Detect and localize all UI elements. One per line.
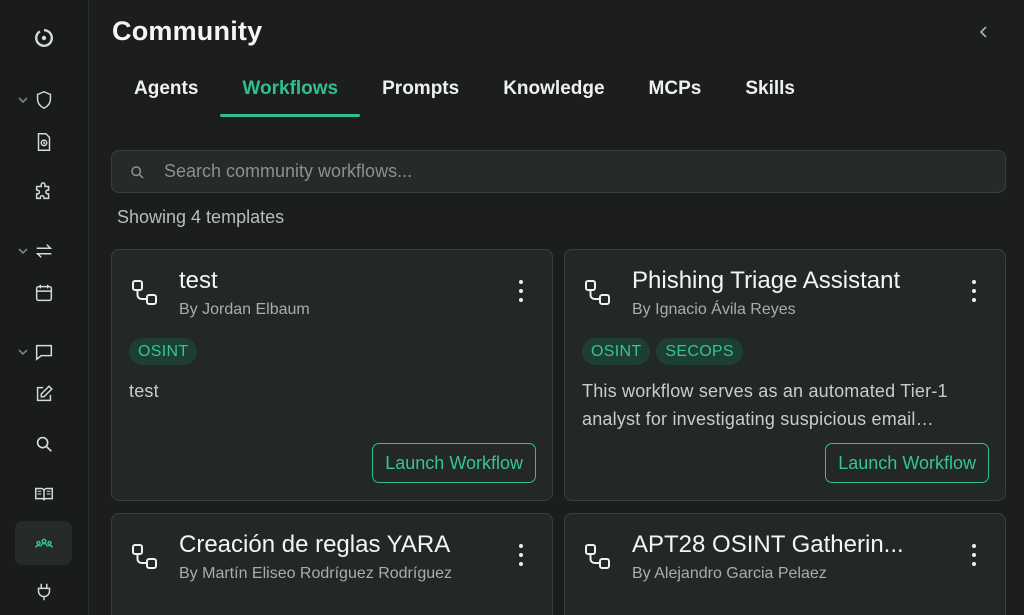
tag-list: OSINT SECOPS: [582, 338, 743, 365]
calendar-icon[interactable]: [30, 279, 58, 307]
shield-icon[interactable]: [30, 86, 58, 114]
app-window: Community Agents Workflows Prompts Knowl…: [0, 0, 1024, 615]
more-options-icon[interactable]: [516, 278, 526, 304]
workflow-icon: [585, 544, 610, 569]
tag-badge: OSINT: [129, 338, 198, 365]
more-options-icon[interactable]: [516, 542, 526, 568]
workflow-card[interactable]: Creación de reglas YARA By Martín Eliseo…: [111, 513, 553, 615]
card-author: By Ignacio Ávila Reyes: [632, 301, 796, 318]
search-bar: [111, 150, 1006, 193]
workflow-icon: [585, 280, 610, 305]
search-icon: [131, 166, 144, 179]
plug-icon[interactable]: [30, 578, 58, 606]
search-input[interactable]: [164, 151, 984, 192]
launch-workflow-button[interactable]: Launch Workflow: [372, 443, 536, 483]
tab-bar: Agents Workflows Prompts Knowledge MCPs …: [112, 72, 817, 118]
results-count: Showing 4 templates: [117, 207, 285, 227]
tab-mcps[interactable]: MCPs: [627, 72, 724, 117]
main-content: Community Agents Workflows Prompts Knowl…: [90, 0, 1024, 615]
card-title: Creación de reglas YARA: [179, 531, 451, 558]
workflow-card[interactable]: Phishing Triage Assistant By Ignacio Ávi…: [564, 249, 1006, 501]
workflow-card[interactable]: test By Jordan Elbaum OSINT test Launch …: [111, 249, 553, 501]
card-description: This workflow serves as an automated Tie…: [582, 381, 948, 429]
chevron-down-icon[interactable]: [16, 93, 30, 107]
chat-bubble-icon[interactable]: [30, 338, 58, 366]
document-badge-icon[interactable]: [30, 128, 58, 156]
card-author: By Martín Eliseo Rodríguez Rodríguez: [179, 565, 453, 582]
book-icon[interactable]: [30, 480, 58, 508]
tab-prompts[interactable]: Prompts: [360, 72, 481, 117]
workflow-card[interactable]: APT28 OSINT Gatherin... By Alejandro Gar…: [564, 513, 1006, 615]
puzzle-icon[interactable]: [30, 178, 58, 206]
tab-skills[interactable]: Skills: [723, 72, 817, 117]
card-title: test: [179, 267, 218, 294]
swap-arrows-icon[interactable]: [30, 237, 58, 265]
card-author: By Jordan Elbaum: [179, 301, 310, 318]
workflow-icon: [132, 544, 157, 569]
more-options-icon[interactable]: [969, 542, 979, 568]
tag-badge: SECOPS: [656, 338, 743, 365]
community-icon[interactable]: [30, 529, 58, 557]
page-title: Community: [112, 16, 263, 46]
launch-workflow-button[interactable]: Launch Workflow: [825, 443, 989, 483]
chevron-down-icon[interactable]: [16, 345, 30, 359]
sidebar: [0, 0, 89, 615]
tab-workflows[interactable]: Workflows: [220, 72, 360, 117]
tag-badge: OSINT: [582, 338, 651, 365]
card-author: By Alejandro Garcia Pelaez: [632, 565, 827, 582]
chevron-down-icon[interactable]: [16, 244, 30, 258]
tag-list: OSINT: [129, 338, 198, 365]
chevron-left-icon[interactable]: [974, 22, 994, 42]
more-options-icon[interactable]: [969, 278, 979, 304]
app-logo-icon[interactable]: [30, 24, 58, 52]
card-description: test: [129, 381, 159, 401]
edit-icon[interactable]: [30, 380, 58, 408]
card-title: APT28 OSINT Gatherin...: [632, 531, 904, 558]
tab-knowledge[interactable]: Knowledge: [481, 72, 626, 117]
tab-agents[interactable]: Agents: [112, 72, 220, 117]
card-title: Phishing Triage Assistant: [632, 267, 901, 294]
workflow-icon: [132, 280, 157, 305]
search-icon[interactable]: [30, 430, 58, 458]
